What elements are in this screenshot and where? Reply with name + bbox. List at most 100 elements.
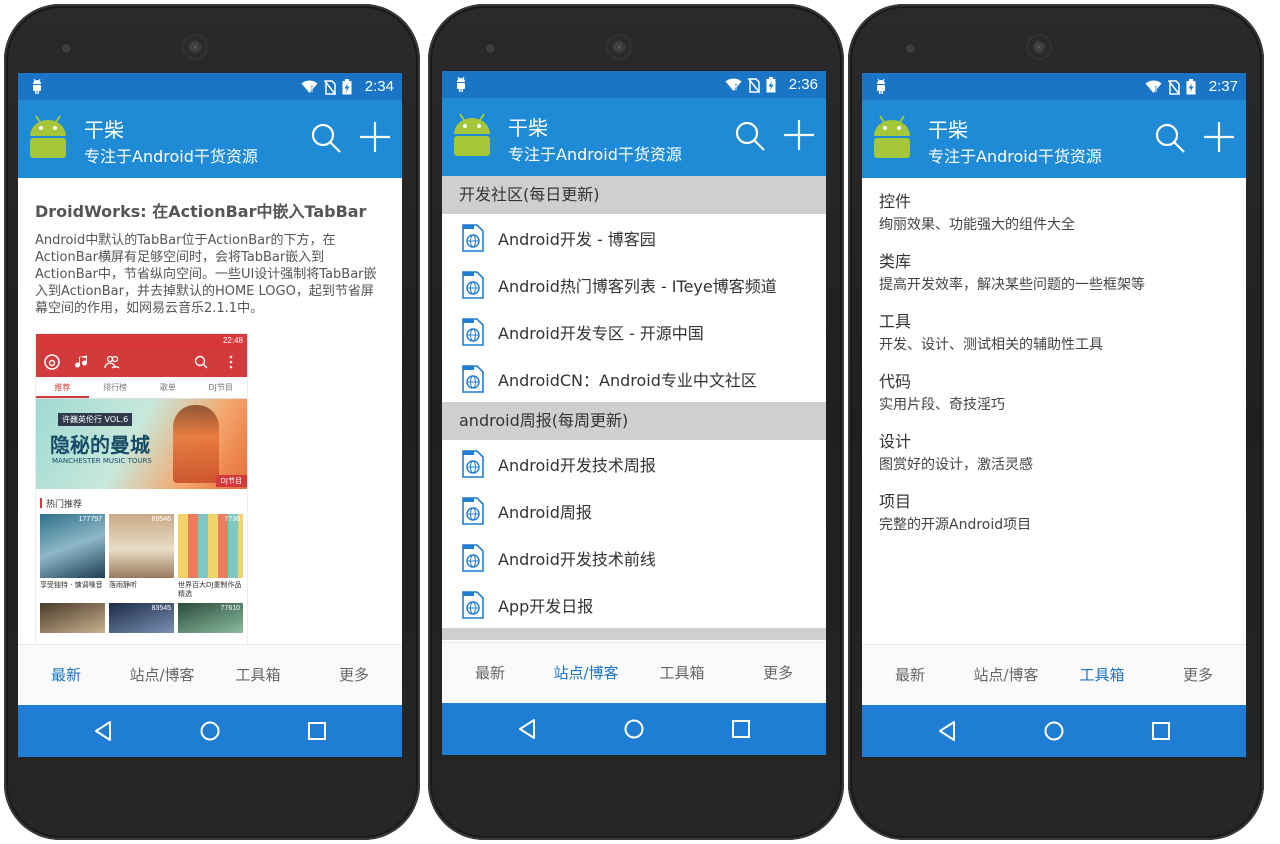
list-item[interactable]: App开发日报	[442, 581, 826, 628]
list-item[interactable]: Android开发专区 - 开源中国	[442, 308, 826, 355]
earpiece-speaker	[608, 36, 630, 58]
search-icon[interactable]	[310, 122, 342, 154]
back-icon[interactable]	[516, 718, 538, 740]
mock-action-bar	[36, 347, 247, 377]
tab-more[interactable]: 更多	[306, 645, 402, 705]
tool-item-code[interactable]: 代码 实用片段、奇技淫巧	[862, 358, 1246, 418]
wifi-icon	[301, 80, 318, 93]
home-icon[interactable]	[1043, 720, 1065, 742]
list-item[interactable]: Android开发 - 博客园	[442, 214, 826, 261]
bottom-tab-bar: 最新 站点/博客 工具箱 更多	[862, 644, 1246, 705]
status-time: 2:37	[1208, 78, 1238, 95]
article[interactable]: DroidWorks: 在ActionBar中嵌入TabBar Android中…	[18, 178, 402, 317]
recents-icon[interactable]	[307, 721, 327, 741]
tool-name: 代码	[879, 372, 912, 391]
add-icon[interactable]	[782, 118, 816, 152]
list-item[interactable]: Android周报	[442, 487, 826, 534]
tab-toolbox[interactable]: 工具箱	[634, 643, 730, 703]
html-file-icon	[462, 270, 484, 299]
music-note-icon	[75, 355, 87, 368]
list-item-label: Android开发技术周报	[498, 455, 656, 475]
list-item[interactable]: Android热门博客列表 - ITeye博客频道	[442, 261, 826, 308]
tool-name: 设计	[879, 432, 912, 451]
tool-item-tools[interactable]: 工具 开发、设计、测试相关的辅助性工具	[862, 298, 1246, 358]
sites-blogs-list[interactable]: 开发社区(每日更新) Android开发 - 博客园 Android热门博客列表…	[442, 176, 826, 642]
earpiece-speaker	[184, 36, 206, 58]
screen-latest: 2:34 干柴 专注于Android干货资源 DroidWorks: 在Acti…	[18, 73, 402, 757]
tool-name: 类库	[879, 252, 912, 271]
tab-more[interactable]: 更多	[730, 643, 826, 703]
tool-item-design[interactable]: 设计 图赏好的设计，激活灵感	[862, 418, 1246, 478]
mock-tabs: 推荐 排行榜 歌单 DJ节目	[36, 377, 247, 399]
app-title: 干柴	[928, 118, 968, 142]
front-camera	[906, 44, 915, 53]
bottom-tab-bar: 最新 站点/博客 工具箱 更多	[442, 642, 826, 703]
tab-sites-blogs[interactable]: 站点/博客	[538, 643, 634, 703]
mock-tab: 歌单	[159, 383, 176, 392]
back-icon[interactable]	[92, 720, 114, 742]
android-notification-icon	[877, 78, 885, 94]
mock-card-image	[40, 603, 105, 633]
list-item[interactable]: Android开发技术前线	[442, 534, 826, 581]
recents-icon[interactable]	[731, 719, 751, 739]
phone-frame-1: 2:34 干柴 专注于Android干货资源 DroidWorks: 在Acti…	[0, 0, 424, 844]
mock-card-row-2: 83545 77610	[36, 601, 247, 635]
tool-description: 图赏好的设计，激活灵感	[879, 457, 1033, 473]
add-icon[interactable]	[358, 120, 392, 154]
latest-content[interactable]: DroidWorks: 在ActionBar中嵌入TabBar Android中…	[18, 178, 402, 644]
action-bar: 干柴 专注于Android干货资源	[442, 98, 826, 176]
no-sim-icon	[1168, 79, 1180, 95]
search-icon[interactable]	[734, 120, 766, 152]
mock-card-count: 83545	[151, 605, 171, 612]
recents-icon[interactable]	[1151, 721, 1171, 741]
mock-card-image: 7738	[178, 514, 243, 578]
front-camera	[62, 44, 71, 53]
action-bar: 干柴 专注于Android干货资源	[862, 100, 1246, 178]
tab-more[interactable]: 更多	[1150, 645, 1246, 705]
back-icon[interactable]	[936, 720, 958, 742]
tool-name: 项目	[879, 492, 912, 511]
tool-item-projects[interactable]: 项目 完整的开源Android项目	[862, 478, 1246, 538]
add-icon[interactable]	[1202, 120, 1236, 154]
tab-latest[interactable]: 最新	[442, 643, 538, 703]
mock-banner-title: 隐秘的曼城	[50, 433, 150, 457]
tab-sites-blogs[interactable]: 站点/博客	[958, 645, 1054, 705]
android-logo-icon	[454, 113, 490, 156]
mock-overflow-icon	[229, 355, 233, 369]
status-time: 2:34	[364, 78, 394, 95]
android-logo-icon	[874, 115, 910, 158]
article-body: Android中默认的TabBar位于ActionBar的下方，在ActionB…	[35, 233, 377, 316]
action-bar: 干柴 专注于Android干货资源	[18, 100, 402, 178]
screen-toolbox: 2:37 干柴 专注于Android干货资源 控件 绚丽效果、功能强大的组件大全…	[862, 73, 1246, 757]
toolbox-list[interactable]: 控件 绚丽效果、功能强大的组件大全 类库 提高开发效率，解决某些问题的一些框架等…	[862, 178, 1246, 644]
status-time: 2:36	[788, 76, 818, 93]
html-file-icon	[462, 543, 484, 572]
mock-tab: DJ节目	[208, 383, 233, 392]
status-bar: 2:34	[18, 73, 402, 100]
mock-card-image: 69546	[109, 514, 174, 578]
section-header: 开发社区(每日更新)	[442, 176, 826, 214]
html-file-icon	[462, 590, 484, 619]
tool-item-libraries[interactable]: 类库 提高开发效率，解决某些问题的一些框架等	[862, 238, 1246, 298]
battery-charging-icon	[1186, 79, 1196, 95]
html-file-icon	[462, 317, 484, 346]
tab-toolbox[interactable]: 工具箱	[1054, 645, 1150, 705]
home-icon[interactable]	[199, 720, 221, 742]
tab-toolbox[interactable]: 工具箱	[210, 645, 306, 705]
tab-sites-blogs[interactable]: 站点/博客	[114, 645, 210, 705]
tab-latest[interactable]: 最新	[862, 645, 958, 705]
list-item[interactable]: Android开发技术周报	[442, 440, 826, 487]
html-file-icon	[462, 496, 484, 525]
search-icon[interactable]	[1154, 122, 1186, 154]
no-sim-icon	[324, 79, 336, 95]
tool-item-controls[interactable]: 控件 绚丽效果、功能强大的组件大全	[862, 178, 1246, 238]
phone-frame-3: 2:37 干柴 专注于Android干货资源 控件 绚丽效果、功能强大的组件大全…	[844, 0, 1268, 844]
tab-latest[interactable]: 最新	[18, 645, 114, 705]
app-subtitle: 专注于Android干货资源	[84, 147, 258, 166]
list-item-label: App开发日报	[498, 596, 594, 616]
mock-section-title: 热门推荐	[36, 489, 247, 514]
list-item[interactable]: AndroidCN：Android专业中文社区	[442, 355, 826, 402]
home-icon[interactable]	[623, 718, 645, 740]
mock-tab: 排行榜	[103, 383, 128, 392]
app-subtitle: 专注于Android干货资源	[928, 147, 1102, 166]
